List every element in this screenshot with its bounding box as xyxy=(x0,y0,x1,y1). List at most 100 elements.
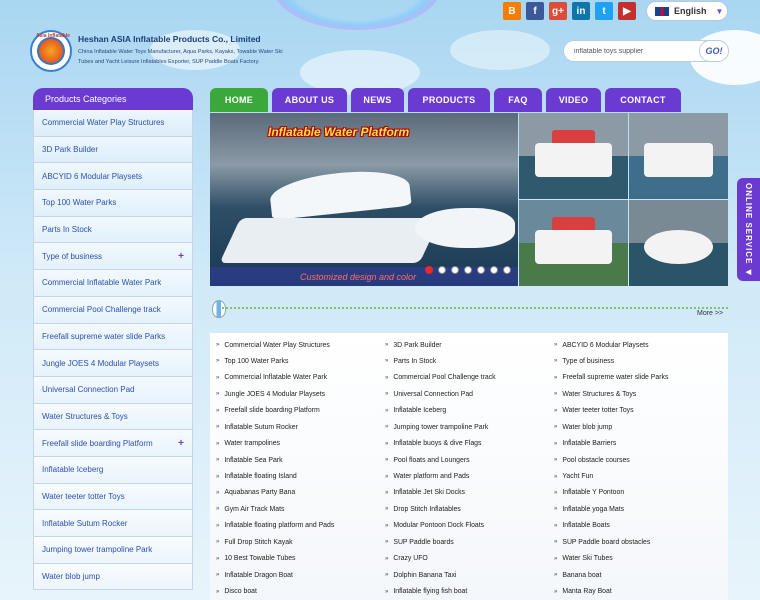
nav-tab[interactable]: NEWS xyxy=(351,88,404,112)
sidebar-item[interactable]: Universal Connection Pad xyxy=(33,376,193,404)
slider-dot[interactable] xyxy=(438,266,446,274)
slider-dot[interactable] xyxy=(425,266,433,274)
sidebar-item[interactable]: Parts In Stock xyxy=(33,216,193,244)
category-link[interactable]: » SUP Paddle boards xyxy=(385,534,554,550)
category-link[interactable]: » Drop Stitch Inflatables xyxy=(385,501,554,517)
category-link[interactable]: » Freefall supreme water slide Parks xyxy=(554,370,723,386)
sidebar-item[interactable]: Water Structures & Toys xyxy=(33,403,193,431)
category-link[interactable]: » Pool floats and Loungers xyxy=(385,452,554,468)
slider-dot[interactable] xyxy=(490,266,498,274)
slider-dot[interactable] xyxy=(503,266,511,274)
category-link[interactable]: » Jungle JOES 4 Modular Playsets xyxy=(216,386,385,402)
category-link[interactable]: » Pool obstacle courses xyxy=(554,452,723,468)
sidebar-item[interactable]: Freefall supreme water slide Parks xyxy=(33,323,193,351)
category-link[interactable]: » Water blob jump xyxy=(554,419,723,435)
nav-tab[interactable]: ABOUT US xyxy=(272,88,347,112)
nav-tab[interactable]: CONTACT xyxy=(605,88,681,112)
sidebar-item[interactable]: Jumping tower trampoline Park xyxy=(33,537,193,564)
banner-thumbnail[interactable] xyxy=(629,113,728,199)
sidebar-item[interactable]: Top 100 Water Parks xyxy=(33,190,193,217)
category-link[interactable]: » Disco boat xyxy=(216,584,385,600)
category-link[interactable]: » Universal Connection Pad xyxy=(385,386,554,402)
sidebar-item[interactable]: Type of business + xyxy=(33,243,193,271)
blogger-icon[interactable]: B xyxy=(503,2,521,20)
category-link[interactable]: » Inflatable Y Pontoon xyxy=(554,485,723,501)
category-link[interactable]: » Banana boat xyxy=(554,567,723,583)
nav-tab[interactable]: PRODUCTS xyxy=(408,88,490,112)
category-link[interactable]: » Water Ski Tubes xyxy=(554,551,723,567)
category-link[interactable]: » Inflatable Dragon Boat xyxy=(216,567,385,583)
category-link[interactable]: » Water trampolines xyxy=(216,436,385,452)
category-link[interactable]: » Inflatable Iceberg xyxy=(385,403,554,419)
nav-tab[interactable]: HOME xyxy=(210,88,268,112)
plus-icon[interactable]: + xyxy=(178,251,184,262)
category-link[interactable]: » Water platform and Pads xyxy=(385,469,554,485)
category-link[interactable]: » Commercial Water Play Structures xyxy=(216,337,385,353)
category-link[interactable]: » Crazy UFO xyxy=(385,551,554,567)
linkedin-icon[interactable]: in xyxy=(572,2,590,20)
category-link[interactable]: » Water teeter totter Toys xyxy=(554,403,723,419)
sidebar-item[interactable]: 3D Park Builder xyxy=(33,136,193,164)
sidebar-item[interactable]: Inflatable Iceberg xyxy=(33,456,193,484)
sidebar-item[interactable]: Jungle JOES 4 Modular Playsets xyxy=(33,350,193,377)
facebook-icon[interactable]: f xyxy=(526,2,544,20)
category-link[interactable]: » Full Drop Stitch Kayak xyxy=(216,534,385,550)
category-link[interactable]: » Water Structures & Toys xyxy=(554,386,723,402)
category-link[interactable]: » Type of business xyxy=(554,353,723,369)
sidebar-item[interactable]: Freefall slide boarding Platform + xyxy=(33,430,193,457)
google-plus-icon[interactable]: g+ xyxy=(549,2,567,20)
category-link[interactable]: » Dolphin Banana Taxi xyxy=(385,567,554,583)
category-link[interactable]: » Aquabanas Party Bana xyxy=(216,485,385,501)
banner-thumbnail[interactable] xyxy=(629,200,728,286)
category-link[interactable]: » Inflatable yoga Mats xyxy=(554,501,723,517)
category-link[interactable]: » Inflatable Sea Park xyxy=(216,452,385,468)
category-link[interactable]: » Freefall slide boarding Platform xyxy=(216,403,385,419)
sidebar-item[interactable]: Commercial Pool Challenge track xyxy=(33,296,193,324)
category-link[interactable]: » Yacht Fun xyxy=(554,469,723,485)
category-link[interactable]: » Inflatable Jet Ski Docks xyxy=(385,485,554,501)
category-link[interactable]: » Inflatable flying fish boat xyxy=(385,584,554,600)
category-link[interactable]: » Jumping tower trampoline Park xyxy=(385,419,554,435)
category-link[interactable]: » Manta Ray Boat xyxy=(554,584,723,600)
category-link[interactable]: » Modular Pontoon Dock Floats xyxy=(385,518,554,534)
plus-icon[interactable]: + xyxy=(178,438,184,449)
double-chevron-right-icon: » xyxy=(385,440,389,447)
nav-tab[interactable]: FAQ xyxy=(494,88,542,112)
category-link[interactable]: » Commercial Pool Challenge track xyxy=(385,370,554,386)
banner-thumbnail[interactable] xyxy=(519,200,628,286)
category-link[interactable]: » ABCYID 6 Modular Playsets xyxy=(554,337,723,353)
youtube-icon[interactable]: ▶ xyxy=(618,2,636,20)
category-link[interactable]: » Inflatable Boats xyxy=(554,518,723,534)
sidebar-item[interactable]: ABCYID 6 Modular Playsets xyxy=(33,163,193,191)
category-link[interactable]: » Inflatable floating Island xyxy=(216,469,385,485)
category-link[interactable]: » Top 100 Water Parks xyxy=(216,353,385,369)
slider-dot[interactable] xyxy=(477,266,485,274)
category-link[interactable]: » Inflatable buoys & dive Flags xyxy=(385,436,554,452)
twitter-icon[interactable]: t xyxy=(595,2,613,20)
category-link[interactable]: » Inflatable Barriers xyxy=(554,436,723,452)
search-button[interactable]: GO! xyxy=(699,40,729,62)
category-link[interactable]: » 3D Park Builder xyxy=(385,337,554,353)
online-service-tab[interactable]: ONLINE SERVICE ◀ xyxy=(737,178,760,281)
sidebar-item[interactable]: Water blob jump xyxy=(33,563,193,591)
sidebar-item[interactable]: Water teeter totter Toys xyxy=(33,483,193,511)
sidebar-item[interactable]: Commercial Inflatable Water Park xyxy=(33,270,193,297)
category-link[interactable]: » Gym Air Track Mats xyxy=(216,501,385,517)
category-link[interactable]: » Parts In Stock xyxy=(385,353,554,369)
slider-dot[interactable] xyxy=(451,266,459,274)
category-link[interactable]: » SUP Paddle board obstacles xyxy=(554,534,723,550)
more-link[interactable]: More >> xyxy=(697,310,723,317)
company-logo[interactable]: Asia Inflatable xyxy=(30,30,72,72)
category-link[interactable]: » Inflatable Sutum Rocker xyxy=(216,419,385,435)
banner-main-slide[interactable]: Inflatable Water Platform Customized des… xyxy=(210,113,518,286)
category-link[interactable]: » 10 Best Towable Tubes xyxy=(216,551,385,567)
banner-thumbnail[interactable] xyxy=(519,113,628,199)
category-link[interactable]: » Inflatable floating platform and Pads xyxy=(216,518,385,534)
sidebar-item[interactable]: Inflatable Sutum Rocker xyxy=(33,510,193,537)
search-input[interactable] xyxy=(574,47,694,55)
language-selector[interactable]: English ▼ xyxy=(646,1,728,21)
sidebar-item[interactable]: Commercial Water Play Structures xyxy=(33,110,193,137)
slider-dot[interactable] xyxy=(464,266,472,274)
category-link[interactable]: » Commercial Inflatable Water Park xyxy=(216,370,385,386)
nav-tab[interactable]: VIDEO xyxy=(546,88,601,112)
